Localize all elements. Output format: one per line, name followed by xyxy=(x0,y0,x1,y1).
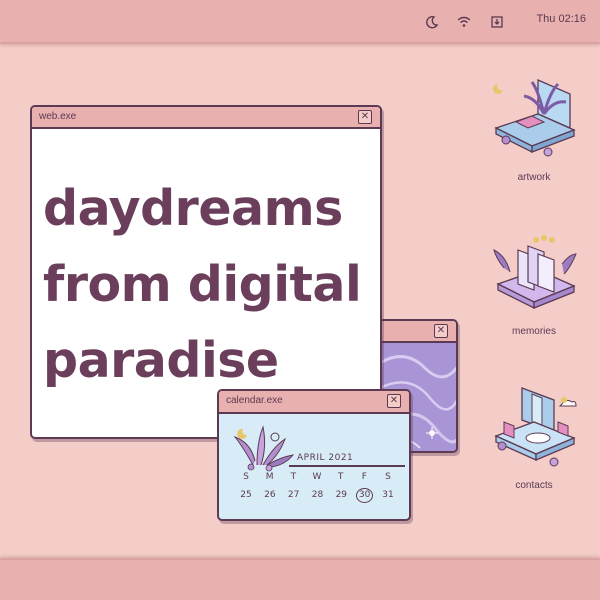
weekday: T xyxy=(290,472,297,482)
wifi-icon[interactable] xyxy=(454,12,474,32)
laptop-waterfall-icon xyxy=(494,387,577,467)
desktop-icon-label: artwork xyxy=(517,172,551,183)
close-icon[interactable]: ✕ xyxy=(434,324,448,338)
headline-line: paradise xyxy=(43,332,279,389)
calendar-day-selected[interactable]: 30 xyxy=(356,488,374,503)
weekday: F xyxy=(361,472,367,482)
download-icon[interactable] xyxy=(487,12,507,32)
close-icon[interactable]: ✕ xyxy=(358,110,372,124)
top-bar: Thu 02:16 xyxy=(0,0,600,44)
days-row: 25 26 27 28 29 30 31 xyxy=(237,488,397,503)
window-title: web.exe xyxy=(39,111,77,122)
weekday: S xyxy=(385,472,391,482)
desktop-icon-label: contacts xyxy=(515,480,553,491)
desktop-icon-artwork[interactable]: artwork xyxy=(484,70,584,183)
weekday: T xyxy=(337,472,344,482)
moon-icon[interactable] xyxy=(422,12,442,32)
bottom-taskbar xyxy=(0,558,600,600)
calendar-window[interactable]: calendar.exe ✕ APRIL 2021 S M T W T F S … xyxy=(217,389,411,521)
headline-line: from digital xyxy=(43,256,362,313)
calendar-day[interactable]: 27 xyxy=(285,490,303,503)
close-icon[interactable]: ✕ xyxy=(387,394,401,408)
weekday: S xyxy=(243,472,249,482)
calendar-body: APRIL 2021 S M T W T F S 25 26 27 28 29 … xyxy=(219,414,409,519)
laptop-palm-icon xyxy=(493,79,576,157)
plant-illustration xyxy=(233,425,295,472)
image-window-titlebar[interactable]: ✕ xyxy=(380,321,456,343)
headline-line: daydreams xyxy=(43,180,343,237)
weekday: W xyxy=(312,472,322,482)
clock[interactable]: Thu 02:16 xyxy=(536,13,586,25)
calendar-day[interactable]: 25 xyxy=(237,490,255,503)
laptop-photos-icon xyxy=(493,235,577,310)
web-window-titlebar[interactable]: web.exe ✕ xyxy=(32,107,380,129)
weekday-row: S M T W T F S xyxy=(237,472,397,482)
calendar-day[interactable]: 26 xyxy=(261,490,279,503)
calendar-window-titlebar[interactable]: calendar.exe ✕ xyxy=(219,391,409,414)
calendar-month: APRIL 2021 xyxy=(297,453,354,463)
desktop-icon-memories[interactable]: memories xyxy=(484,228,584,337)
weekday: M xyxy=(265,472,274,482)
calendar-divider xyxy=(289,465,405,467)
calendar-day[interactable]: 29 xyxy=(332,490,350,503)
calendar-day[interactable]: 31 xyxy=(379,490,397,503)
calendar-day[interactable]: 28 xyxy=(308,490,326,503)
desktop-icon-contacts[interactable]: contacts xyxy=(484,382,584,491)
desktop-icon-label: memories xyxy=(512,326,556,337)
window-title: calendar.exe xyxy=(226,395,283,406)
headline: daydreams from digital paradise xyxy=(43,171,373,399)
